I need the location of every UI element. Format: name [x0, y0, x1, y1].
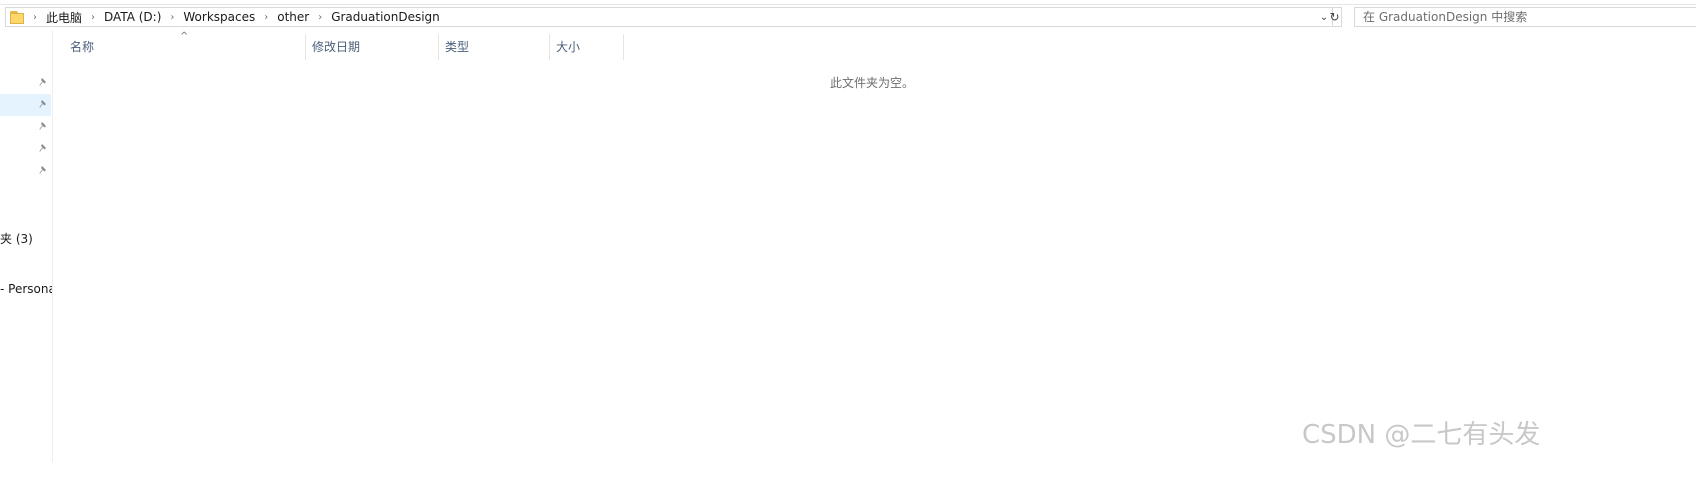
watermark: CSDN @二七有头发: [1302, 420, 1541, 450]
folder-icon: [10, 10, 24, 24]
column-header-modified[interactable]: 修改日期: [306, 36, 438, 60]
breadcrumb-workspaces[interactable]: Workspaces: [183, 10, 255, 24]
breadcrumb-separator[interactable]: ›: [317, 12, 323, 23]
breadcrumb-separator[interactable]: ›: [169, 12, 175, 23]
breadcrumb-other[interactable]: other: [277, 10, 309, 24]
nav-pinned-item[interactable]: [0, 160, 51, 182]
column-header-name[interactable]: 名称: [64, 36, 305, 60]
breadcrumb-graduation-design[interactable]: GraduationDesign: [331, 10, 440, 24]
pin-icon: [39, 122, 46, 130]
breadcrumb-separator[interactable]: ›: [32, 12, 38, 23]
search-input[interactable]: 在 GraduationDesign 中搜索: [1354, 7, 1696, 27]
breadcrumb-data-drive[interactable]: DATA (D:): [104, 10, 161, 24]
nav-pinned-item[interactable]: [0, 72, 51, 94]
address-bar[interactable]: › 此电脑 › DATA (D:) › Workspaces › other ›…: [5, 7, 1333, 27]
breadcrumb-this-pc[interactable]: 此电脑: [46, 9, 82, 26]
column-header-size[interactable]: 大小: [550, 36, 623, 60]
pin-icon: [39, 78, 46, 86]
refresh-icon[interactable]: ↻: [1328, 7, 1342, 27]
nav-pinned-item[interactable]: [0, 116, 51, 138]
pin-icon: [39, 100, 46, 108]
window-top-border: [0, 0, 1696, 5]
column-divider[interactable]: [623, 34, 624, 60]
breadcrumb-separator[interactable]: ›: [90, 12, 96, 23]
breadcrumb-separator[interactable]: ›: [263, 12, 269, 23]
nav-pinned-item-selected[interactable]: [0, 94, 51, 116]
nav-pinned-item[interactable]: [0, 138, 51, 160]
pin-icon: [39, 144, 46, 152]
pin-icon: [39, 166, 46, 174]
nav-item-folders[interactable]: 夹 (3): [0, 230, 33, 247]
empty-folder-message: 此文件夹为空。: [830, 76, 915, 90]
navigation-pane: 夹 (3) - Persona: [0, 30, 53, 462]
column-header-type[interactable]: 类型: [439, 36, 549, 60]
nav-item-onedrive-personal[interactable]: - Persona: [0, 282, 52, 296]
